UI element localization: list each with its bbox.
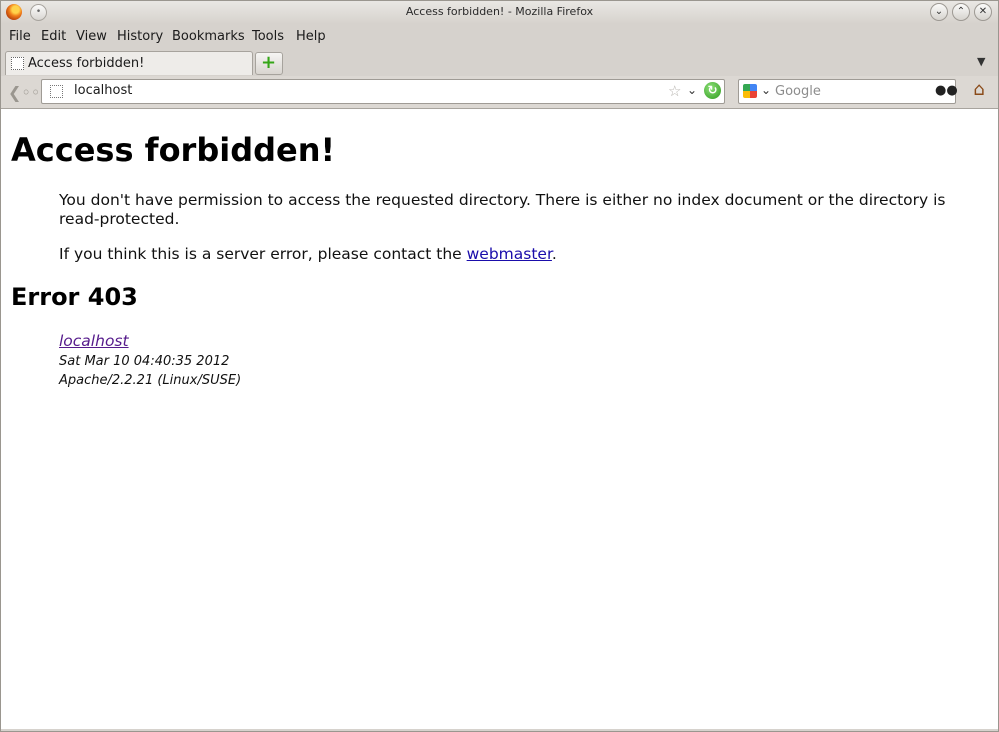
menu-help[interactable]: Help xyxy=(296,29,326,44)
page-icon xyxy=(11,57,24,70)
search-bar: ⌄ ●● xyxy=(738,79,958,104)
reload-icon[interactable]: ↻ xyxy=(704,82,721,99)
navigation-toolbar: ❮◦◦ localhost ☆ ⌄ ↻ ⌄ ●● ⌂ xyxy=(1,76,998,109)
timestamp: Sat Mar 10 04:40:35 2012 xyxy=(59,354,230,369)
server-signature: Apache/2.2.21 (Linux/SUSE) xyxy=(59,373,242,388)
error-heading: Error 403 xyxy=(11,283,138,311)
url-text[interactable]: localhost xyxy=(74,83,132,98)
page-content: Access forbidden! You don't have permiss… xyxy=(1,109,998,729)
page-icon xyxy=(50,85,63,98)
tab-label: Access forbidden! xyxy=(28,56,145,71)
menu-history[interactable]: History xyxy=(117,29,163,44)
google-icon[interactable] xyxy=(743,84,757,98)
chevron-down-icon[interactable]: ⌄ xyxy=(687,83,697,97)
browser-window: • Access forbidden! - Mozilla Firefox ⌄ … xyxy=(0,0,999,732)
menu-edit[interactable]: Edit xyxy=(41,29,66,44)
tab-bar: Access forbidden! + ▼ xyxy=(1,49,998,76)
close-button[interactable]: ✕ xyxy=(974,3,992,21)
page-title: Access forbidden! xyxy=(11,131,336,169)
menu-file[interactable]: File xyxy=(9,29,31,44)
plus-icon: + xyxy=(261,52,277,73)
url-bar[interactable]: localhost ☆ ⌄ ↻ xyxy=(41,79,725,104)
contact-suffix: . xyxy=(551,245,557,263)
new-tab-button[interactable]: + xyxy=(255,52,283,75)
contact-message: If you think this is a server error, ple… xyxy=(59,245,557,263)
chevron-down-icon[interactable]: ▼ xyxy=(977,55,985,68)
minimize-button[interactable]: ⌄ xyxy=(930,3,948,21)
menu-bookmarks[interactable]: Bookmarks xyxy=(172,29,245,44)
tab-access-forbidden[interactable]: Access forbidden! xyxy=(5,51,253,75)
search-input[interactable] xyxy=(775,82,925,100)
bookmark-star-icon[interactable]: ☆ xyxy=(668,82,681,100)
back-arrow-icon[interactable]: ❮◦◦ xyxy=(8,83,40,102)
chevron-down-icon[interactable]: ⌄ xyxy=(761,83,771,97)
maximize-button[interactable]: ⌃ xyxy=(952,3,970,21)
host-link[interactable]: localhost xyxy=(59,332,129,350)
binoculars-icon[interactable]: ●● xyxy=(935,83,958,98)
contact-prefix: If you think this is a server error, ple… xyxy=(59,245,467,263)
menu-bar: File Edit View History Bookmarks Tools H… xyxy=(1,23,998,49)
title-bar: • Access forbidden! - Mozilla Firefox ⌄ … xyxy=(1,1,998,23)
window-title: Access forbidden! - Mozilla Firefox xyxy=(405,5,594,18)
webmaster-link[interactable]: webmaster xyxy=(467,245,552,263)
home-icon[interactable]: ⌂ xyxy=(968,80,990,100)
menu-tools[interactable]: Tools xyxy=(252,29,284,44)
permission-message: You don't have permission to access the … xyxy=(59,191,946,228)
menu-view[interactable]: View xyxy=(76,29,107,44)
